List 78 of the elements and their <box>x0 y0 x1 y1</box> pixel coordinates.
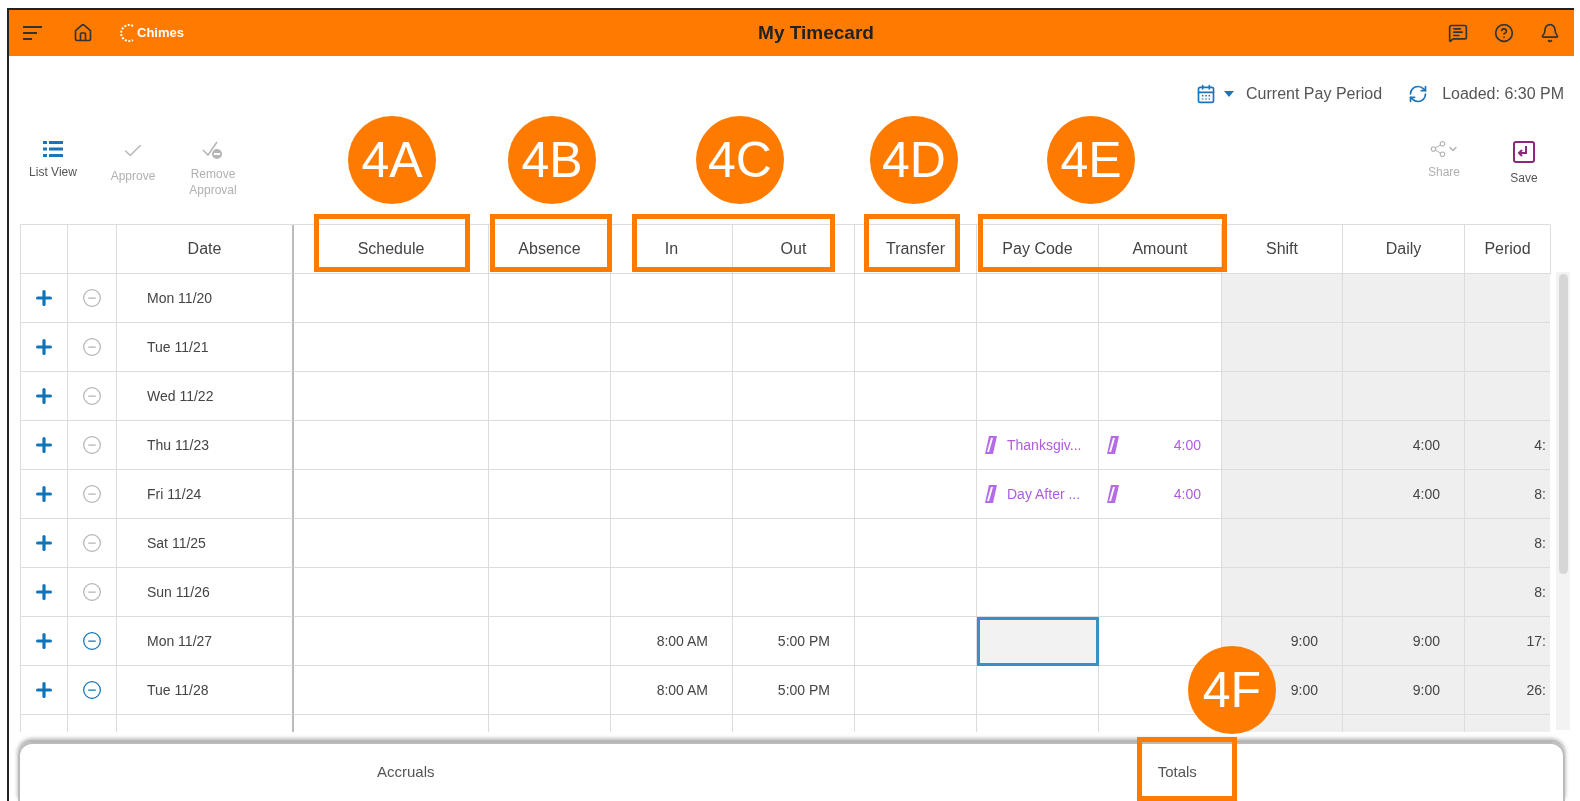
toolbar-button[interactable]: List View <box>13 140 93 198</box>
table-cell: Mon 11/20 <box>117 274 294 323</box>
add-icon[interactable] <box>33 581 55 603</box>
logo-icon <box>119 23 135 43</box>
add-icon[interactable] <box>33 532 55 554</box>
loaded-time: Loaded: 6:30 PM <box>1442 84 1564 104</box>
pay-period-selector[interactable]: Current Pay Period <box>1246 82 1383 106</box>
table-cell: 4:00 <box>1343 470 1465 519</box>
caret-icon[interactable] <box>1224 91 1235 97</box>
edit-marker-icon <box>1107 436 1119 454</box>
callout-badge: 4F <box>1188 646 1276 734</box>
remove-icon[interactable] <box>82 631 102 651</box>
refresh-icon[interactable] <box>1408 84 1429 104</box>
share-icon <box>1429 140 1459 158</box>
table-cell: Mon 11/27 <box>117 617 294 666</box>
column-header: Amount <box>1099 225 1222 274</box>
column-header: Pay Code <box>977 225 1099 274</box>
pay-code: Thanksgiv... <box>1007 435 1082 455</box>
table-cell: 8: <box>1465 568 1550 617</box>
amount: 4:00 <box>1173 435 1201 455</box>
column-header: In <box>611 225 733 274</box>
table-cell: Sun 11/26 <box>117 568 294 617</box>
table-cell: Tue 11/21 <box>117 323 294 372</box>
column-header: Transfer <box>855 225 977 274</box>
edit-marker-icon <box>985 485 997 503</box>
menu-icon[interactable] <box>23 25 43 41</box>
table-cell: 17: <box>1465 617 1550 666</box>
add-icon[interactable] <box>33 679 55 701</box>
toolbar-button[interactable]: Save <box>1484 140 1564 186</box>
table-cell: 4:00 <box>1343 421 1465 470</box>
table-cell: Fri 11/24 <box>117 470 294 519</box>
add-icon[interactable] <box>33 630 55 652</box>
add-icon[interactable] <box>33 434 55 456</box>
table-cell: Tue 11/28 <box>117 666 294 715</box>
panel-tab[interactable]: Accruals <box>20 744 792 801</box>
list-icon <box>43 140 63 158</box>
table-cell: Thu 11/23 <box>117 421 294 470</box>
feedback-icon[interactable] <box>1448 23 1468 43</box>
scrollbar[interactable] <box>1556 272 1570 730</box>
column-header: Absence <box>489 225 611 274</box>
add-icon[interactable] <box>33 483 55 505</box>
table-cell: 9:00 <box>1343 617 1465 666</box>
bell-icon[interactable] <box>1540 23 1560 43</box>
check-minus-icon <box>202 140 224 160</box>
table-cell: 5:00 PM <box>733 666 855 715</box>
add-icon[interactable] <box>33 385 55 407</box>
edit-marker-icon <box>1107 485 1119 503</box>
table-cell: 26: <box>1465 666 1550 715</box>
column-header: Out <box>733 225 855 274</box>
page-title: My Timecard <box>758 20 874 45</box>
column-header: Date <box>117 225 294 274</box>
table-cell: 8: <box>1465 470 1550 519</box>
calendar-icon[interactable] <box>1196 84 1217 104</box>
help-icon[interactable] <box>1494 23 1514 43</box>
panel-tab[interactable]: Totals <box>791 744 1563 801</box>
table-cell: 5:00 PM <box>733 617 855 666</box>
table-cell: 8: <box>1465 519 1550 568</box>
table-cell: 8:00 AM <box>611 666 733 715</box>
callout-badge: 4B <box>508 116 596 204</box>
table-cell: 8:00 AM <box>611 617 733 666</box>
callout-badge: 4E <box>1047 116 1135 204</box>
add-icon[interactable] <box>33 287 55 309</box>
home-icon[interactable] <box>73 23 93 43</box>
add-icon[interactable] <box>33 336 55 358</box>
save-icon <box>1512 140 1536 164</box>
column-header: Schedule <box>294 225 489 274</box>
callout-badge: 4C <box>696 116 784 204</box>
table-cell: 9:00 <box>1343 666 1465 715</box>
logo: Chimes <box>137 24 184 43</box>
table-cell: Sat 11/25 <box>117 519 294 568</box>
table-cell: 4: <box>1465 421 1550 470</box>
table-cell: Wed 11/22 <box>117 372 294 421</box>
callout-badge: 4A <box>348 116 436 204</box>
edit-marker-icon <box>985 436 997 454</box>
amount: 4:00 <box>1173 484 1201 504</box>
callout-badge: 4D <box>870 116 958 204</box>
pay-code: Day After ... <box>1007 484 1081 504</box>
remove-icon[interactable] <box>82 680 102 700</box>
